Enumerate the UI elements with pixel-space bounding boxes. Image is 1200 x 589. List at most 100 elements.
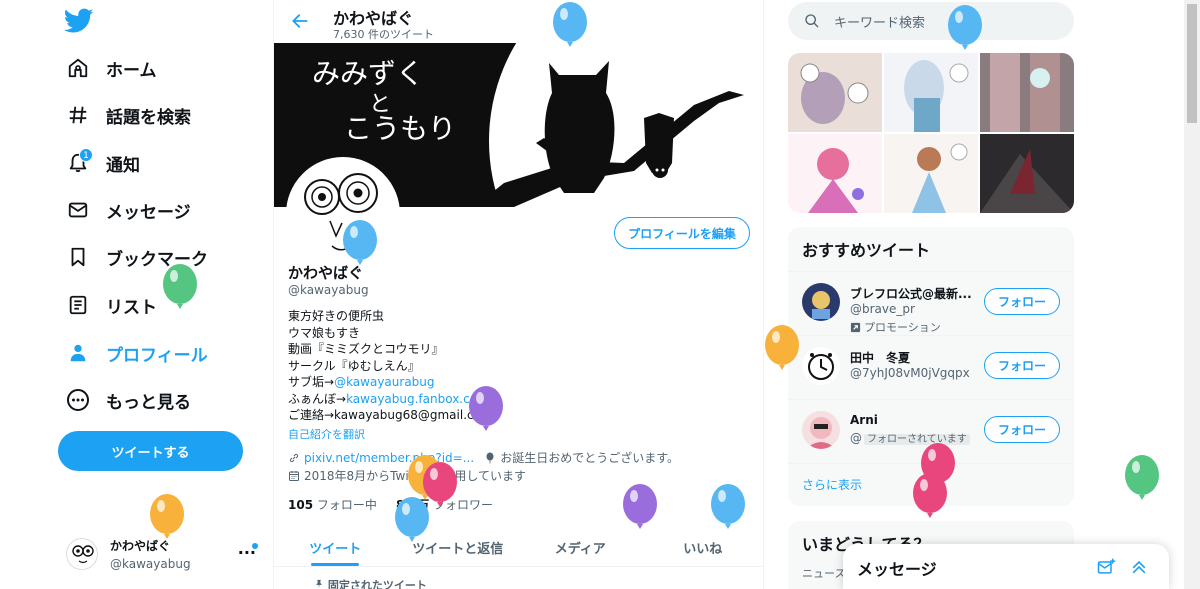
edit-profile-button[interactable]: プロフィールを編集 [614, 217, 750, 249]
avatar [802, 347, 840, 385]
expand-chevron-icon[interactable] [1129, 557, 1149, 577]
balloon-decoration [163, 264, 197, 309]
left-navigation: ホーム 話題を検索 1 通知 メッセージ ブックマーク リスト プロフィール も… [0, 0, 273, 589]
balloon-decoration [948, 5, 982, 50]
recommended-user-handle: @brave_pr [850, 302, 915, 316]
follow-stats: 105 フォロー中 8.5万 フォロワー [288, 496, 493, 513]
pin-icon [316, 579, 322, 589]
back-arrow-icon[interactable] [290, 11, 310, 31]
profile-meta: pixiv.net/member.php?id=... お誕生日おめでとうござい… [288, 449, 679, 466]
media-thumbnail[interactable] [788, 134, 882, 213]
calendar-icon [289, 470, 299, 481]
following-link[interactable]: 105 フォロー中 [288, 498, 377, 512]
following-count: 105 [288, 498, 314, 512]
scrollbar-thumb[interactable] [1187, 4, 1197, 123]
twitter-logo-icon[interactable] [64, 8, 94, 34]
recommended-user[interactable]: 田中 冬夏 @7yhJ08vM0jVgqpx フォロー [788, 335, 1074, 399]
nav-profile[interactable]: プロフィール [58, 331, 208, 375]
nav-lists-label: リスト [106, 297, 157, 318]
notification-badge: 1 [79, 148, 93, 162]
bio-prefix: ふぁんぼ→ [288, 391, 347, 406]
balloon-decoration [711, 484, 745, 529]
media-thumbnail[interactable] [788, 53, 882, 132]
link-icon [289, 453, 299, 462]
recommended-user[interactable]: ブレフロ公式@最新... @brave_pr プロモーション フォロー [788, 271, 1074, 335]
account-handle: @kawayabug [110, 557, 191, 571]
handle-text: @ [850, 431, 862, 445]
fanbox-link[interactable]: kawayabug.fanbox.cc [346, 392, 476, 406]
profile-tabs: ツイート ツイートと返信 メディア いいね [274, 527, 763, 567]
media-thumbnail[interactable] [884, 53, 978, 132]
balloon-decoration [765, 325, 799, 370]
balloon-decoration [469, 386, 503, 431]
nav-profile-label: プロフィール [106, 345, 208, 366]
new-message-icon[interactable] [1096, 557, 1116, 577]
profile-handle: @kawayabug [288, 283, 369, 297]
recommended-user-name: 田中 冬夏 [850, 351, 911, 365]
search-input[interactable]: キーワード検索 [834, 12, 925, 31]
bio-line: ふぁんぼ→kawayabug.fanbox.cc [288, 391, 758, 408]
translate-bio-link[interactable]: 自己紹介を翻訳 [288, 426, 365, 442]
profile-column: かわやばぐ 7,630 件のツイート みみずく と こうもり プロフィールを編集… [273, 0, 764, 589]
follow-button[interactable]: フォロー [984, 416, 1060, 443]
sub-account-link[interactable]: @kawayaurabug [334, 375, 434, 389]
follow-button[interactable]: フォロー [984, 352, 1060, 379]
following-label: フォロー中 [313, 498, 377, 512]
profile-header: かわやばぐ 7,630 件のツイート [274, 0, 763, 43]
bio-line: ご連絡→kawayabug68@gmail.com [288, 408, 493, 422]
unread-dot [252, 543, 258, 549]
messages-drawer[interactable]: メッセージ [843, 544, 1169, 589]
mail-icon [63, 195, 93, 225]
birthday-text: お誕生日おめでとうございます。 [500, 451, 679, 465]
more-circle-icon [63, 385, 93, 415]
banner-text-1: みみずく [312, 57, 424, 90]
balloon-decoration [395, 497, 429, 542]
nav-messages-label: メッセージ [106, 202, 191, 223]
avatar [802, 411, 840, 449]
bio-line: サブ垢→@kawayaurabug [288, 374, 758, 391]
nav-notifications-label: 通知 [106, 155, 140, 176]
media-thumbnail[interactable] [884, 134, 978, 213]
search-box[interactable]: キーワード検索 [788, 2, 1074, 40]
card-title: おすすめツイート [802, 241, 931, 260]
media-thumbnail[interactable] [980, 134, 1074, 213]
scrollbar[interactable] [1184, 0, 1200, 589]
avatar [66, 538, 98, 570]
nav-notifications[interactable]: 1 通知 [58, 141, 140, 185]
hashtag-icon [63, 100, 93, 130]
bio-line: 東方好きの便所虫 [288, 309, 385, 323]
recommended-user-name: Arni [850, 413, 878, 427]
follow-button[interactable]: フォロー [984, 288, 1060, 315]
balloon-decoration [150, 494, 184, 539]
nav-more[interactable]: もっと見る [58, 378, 191, 422]
recommended-user-name: ブレフロ公式@最新... [850, 287, 972, 301]
nav-messages[interactable]: メッセージ [58, 188, 191, 232]
promoted-icon [850, 322, 861, 332]
nav-home[interactable]: ホーム [58, 46, 157, 90]
pinned-tweet-label: 固定されたツイート [314, 577, 427, 589]
pinned-text: 固定されたツイート [327, 579, 427, 589]
balloon-decoration [343, 220, 377, 265]
search-icon [805, 14, 819, 28]
tweet-count: 7,630 件のツイート [333, 28, 434, 41]
balloon-decoration [553, 2, 587, 47]
banner-text-3: こうもり [344, 112, 456, 145]
tweet-button[interactable]: ツイートする [58, 431, 243, 471]
media-thumbnail[interactable] [980, 53, 1074, 132]
recommended-user-handle: @7yhJ08vM0jVgqpx [850, 366, 970, 380]
promoted-label: プロモーション [850, 319, 941, 335]
nav-more-label: もっと見る [106, 392, 191, 413]
bio-line: サークル『ゆむしえん』 [288, 358, 420, 373]
person-icon [63, 338, 93, 368]
bio-line: ウマ娘もすき [288, 325, 361, 340]
tab-tweets[interactable]: ツイート [274, 527, 397, 566]
messages-drawer-title: メッセージ [857, 560, 937, 579]
balloon-decoration [913, 473, 947, 518]
list-icon [63, 290, 93, 320]
media-gallery [788, 53, 1074, 213]
promoted-text: プロモーション [864, 321, 941, 334]
balloon-decoration [623, 484, 657, 529]
nav-explore[interactable]: 話題を検索 [58, 93, 191, 137]
nav-lists[interactable]: リスト [58, 283, 157, 327]
balloon-icon [486, 452, 494, 463]
